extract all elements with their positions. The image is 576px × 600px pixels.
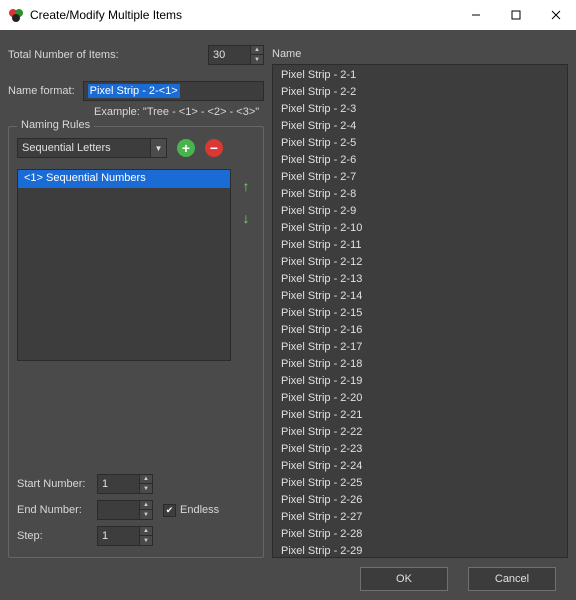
preview-item[interactable]: Pixel Strip - 2-7 <box>273 170 567 187</box>
reorder-arrows: ↑ ↓ <box>237 169 255 461</box>
preview-item[interactable]: Pixel Strip - 2-15 <box>273 306 567 323</box>
step-input[interactable] <box>97 526 139 546</box>
endless-checkbox[interactable]: ✔ <box>163 504 176 517</box>
remove-rule-button[interactable]: − <box>205 139 223 157</box>
left-panel: Total Number of Items: ▲ ▼ Name format: … <box>8 36 264 558</box>
preview-item[interactable]: Pixel Strip - 2-24 <box>273 459 567 476</box>
naming-rules-group: Naming Rules Sequential Letters ▼ + − <1… <box>8 126 264 558</box>
app-icon <box>8 7 24 23</box>
start-number-spinner: ▲▼ <box>97 474 153 494</box>
rule-type-combo[interactable]: Sequential Letters ▼ <box>17 138 167 158</box>
naming-rules-legend: Naming Rules <box>17 119 94 131</box>
preview-list[interactable]: Pixel Strip - 2-1Pixel Strip - 2-2Pixel … <box>272 64 568 558</box>
content-area: Total Number of Items: ▲ ▼ Name format: … <box>0 30 576 560</box>
dialog-footer: OK Cancel <box>0 560 576 598</box>
maximize-button[interactable] <box>496 0 536 30</box>
preview-item[interactable]: Pixel Strip - 2-28 <box>273 527 567 544</box>
chevron-down-icon: ▼ <box>150 139 166 157</box>
preview-item[interactable]: Pixel Strip - 2-1 <box>273 68 567 85</box>
preview-item[interactable]: Pixel Strip - 2-16 <box>273 323 567 340</box>
end-up[interactable]: ▲ <box>139 500 153 510</box>
preview-item[interactable]: Pixel Strip - 2-2 <box>273 85 567 102</box>
end-number-input[interactable] <box>97 500 139 520</box>
start-down[interactable]: ▼ <box>139 484 153 494</box>
rules-list-item[interactable]: <1> Sequential Numbers <box>18 170 230 188</box>
preview-item[interactable]: Pixel Strip - 2-14 <box>273 289 567 306</box>
preview-item[interactable]: Pixel Strip - 2-10 <box>273 221 567 238</box>
right-panel: Name Pixel Strip - 2-1Pixel Strip - 2-2P… <box>272 36 568 558</box>
total-items-spinner: ▲ ▼ <box>208 45 264 65</box>
preview-item[interactable]: Pixel Strip - 2-9 <box>273 204 567 221</box>
total-items-down[interactable]: ▼ <box>250 55 264 65</box>
name-format-input[interactable]: Pixel Strip - 2-<1> <box>83 81 264 101</box>
close-button[interactable] <box>536 0 576 30</box>
preview-item[interactable]: Pixel Strip - 2-12 <box>273 255 567 272</box>
total-items-row: Total Number of Items: ▲ ▼ <box>8 44 264 66</box>
window-title: Create/Modify Multiple Items <box>30 8 456 22</box>
preview-item[interactable]: Pixel Strip - 2-25 <box>273 476 567 493</box>
end-number-row: End Number: ▲▼ ✔ Endless <box>17 497 255 523</box>
step-down[interactable]: ▼ <box>139 536 153 546</box>
preview-item[interactable]: Pixel Strip - 2-19 <box>273 374 567 391</box>
preview-item[interactable]: Pixel Strip - 2-4 <box>273 119 567 136</box>
preview-item[interactable]: Pixel Strip - 2-26 <box>273 493 567 510</box>
preview-item[interactable]: Pixel Strip - 2-23 <box>273 442 567 459</box>
endless-label: Endless <box>180 504 219 516</box>
step-label: Step: <box>17 530 97 542</box>
preview-item[interactable]: Pixel Strip - 2-29 <box>273 544 567 558</box>
start-number-input[interactable] <box>97 474 139 494</box>
step-spinner: ▲▼ <box>97 526 153 546</box>
preview-item[interactable]: Pixel Strip - 2-22 <box>273 425 567 442</box>
preview-item[interactable]: Pixel Strip - 2-5 <box>273 136 567 153</box>
step-row: Step: ▲▼ <box>17 523 255 549</box>
end-down[interactable]: ▼ <box>139 510 153 520</box>
titlebar: Create/Modify Multiple Items <box>0 0 576 30</box>
preview-header: Name <box>272 44 568 64</box>
move-rule-up-button[interactable]: ↑ <box>237 179 255 193</box>
rules-body: <1> Sequential Numbers ↑ ↓ <box>17 169 255 461</box>
name-format-value: Pixel Strip - 2-<1> <box>88 84 180 98</box>
name-format-example: Example: "Tree - <1> - <2> - <3>" <box>94 106 264 118</box>
preview-item[interactable]: Pixel Strip - 2-13 <box>273 272 567 289</box>
window-controls <box>456 0 576 30</box>
rules-selector-row: Sequential Letters ▼ + − <box>17 137 255 159</box>
name-format-row: Name format: Pixel Strip - 2-<1> <box>8 80 264 102</box>
move-rule-down-button[interactable]: ↓ <box>237 211 255 225</box>
preview-item[interactable]: Pixel Strip - 2-27 <box>273 510 567 527</box>
ok-button[interactable]: OK <box>360 567 448 591</box>
preview-item[interactable]: Pixel Strip - 2-17 <box>273 340 567 357</box>
name-format-label: Name format: <box>8 85 75 97</box>
end-number-spinner: ▲▼ <box>97 500 153 520</box>
numeric-params: Start Number: ▲▼ End Number: ▲▼ ✔ Endles… <box>17 471 255 549</box>
preview-item[interactable]: Pixel Strip - 2-6 <box>273 153 567 170</box>
preview-item[interactable]: Pixel Strip - 2-20 <box>273 391 567 408</box>
preview-item[interactable]: Pixel Strip - 2-8 <box>273 187 567 204</box>
preview-item[interactable]: Pixel Strip - 2-21 <box>273 408 567 425</box>
preview-item[interactable]: Pixel Strip - 2-3 <box>273 102 567 119</box>
start-number-row: Start Number: ▲▼ <box>17 471 255 497</box>
minimize-button[interactable] <box>456 0 496 30</box>
total-items-up[interactable]: ▲ <box>250 45 264 55</box>
total-items-input[interactable] <box>208 45 250 65</box>
add-rule-button[interactable]: + <box>177 139 195 157</box>
end-number-label: End Number: <box>17 504 97 516</box>
start-number-label: Start Number: <box>17 478 97 490</box>
preview-item[interactable]: Pixel Strip - 2-11 <box>273 238 567 255</box>
cancel-button[interactable]: Cancel <box>468 567 556 591</box>
rule-type-value: Sequential Letters <box>18 142 150 154</box>
rules-list[interactable]: <1> Sequential Numbers <box>17 169 231 361</box>
preview-item[interactable]: Pixel Strip - 2-18 <box>273 357 567 374</box>
total-items-label: Total Number of Items: <box>8 49 208 61</box>
step-up[interactable]: ▲ <box>139 526 153 536</box>
start-up[interactable]: ▲ <box>139 474 153 484</box>
